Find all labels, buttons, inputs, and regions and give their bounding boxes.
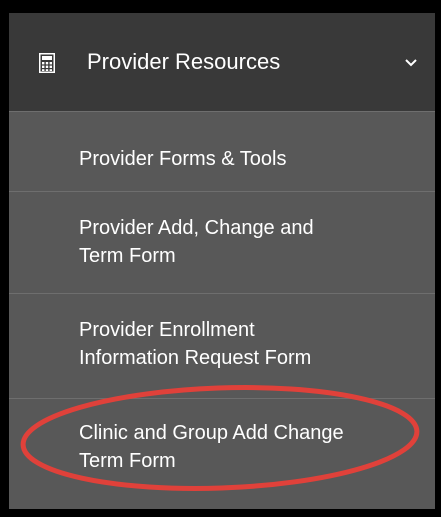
menu-item-provider-add-change-term-form[interactable]: Provider Add, Change and Term Form	[9, 191, 435, 293]
menu-header-provider-resources[interactable]: Provider Resources	[9, 13, 435, 111]
menu-item-label-line: Information Request Form	[79, 347, 312, 369]
menu-item-label-line: Provider Add, Change and	[79, 217, 314, 239]
screenshot-frame: Provider Resources Provider Forms & Tool…	[0, 0, 441, 517]
menu-item-label-line: Term Form	[79, 450, 176, 472]
menu-header-label: Provider Resources	[87, 49, 281, 74]
menu-item-clinic-group-add-change-term-form[interactable]: Clinic and Group Add Change Term Form	[9, 398, 435, 509]
calculator-icon	[39, 53, 55, 73]
menu-item-label: Provider Enrollment Information Request …	[79, 316, 435, 372]
menu-item-label-line: Clinic and Group Add Change	[79, 422, 344, 444]
menu-item-label: Provider Forms & Tools	[79, 145, 435, 173]
menu-item-label: Clinic and Group Add Change Term Form	[79, 419, 435, 475]
menu-item-label-line: Provider Forms & Tools	[79, 148, 287, 170]
menu-item-label-line: Term Form	[79, 245, 176, 267]
menu-item-label: Provider Add, Change and Term Form	[79, 214, 435, 270]
chevron-down-icon[interactable]	[404, 57, 418, 69]
menu-item-provider-enrollment-information-request-form[interactable]: Provider Enrollment Information Request …	[9, 293, 435, 398]
sidebar-menu: Provider Resources Provider Forms & Tool…	[9, 13, 435, 509]
menu-item-label-line: Provider Enrollment	[79, 319, 255, 341]
menu-item-provider-forms-tools[interactable]: Provider Forms & Tools	[9, 111, 435, 191]
